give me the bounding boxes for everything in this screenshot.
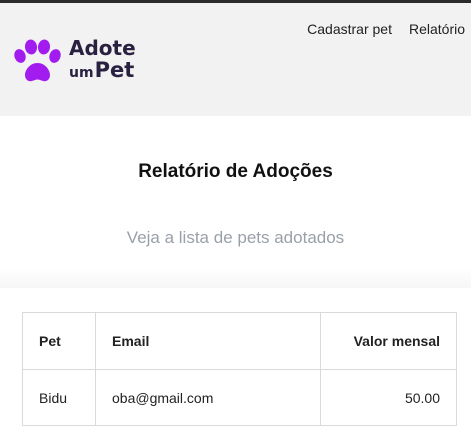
adoption-table-container: Pet Email Valor mensal Bidu oba@gmail.co… [22,312,457,426]
page-subtitle: Veja a lista de pets adotados [126,228,345,247]
nav-link-relatorio[interactable]: Relatório [409,21,465,37]
table-header-row: Pet Email Valor mensal [22,312,457,370]
cell-pet: Bidu [22,369,96,426]
cell-valor-mensal: 50.00 [320,369,457,426]
page-hero: Relatório de Adoções Veja a lista de pet… [0,116,471,288]
nav-link-cadastrar-pet[interactable]: Cadastrar pet [307,21,392,37]
table-row: Bidu oba@gmail.com 50.00 [22,369,457,426]
column-header-valor-mensal: Valor mensal [320,312,457,370]
logo-text-adote: Adote [69,36,136,60]
column-header-pet: Pet [22,312,96,370]
column-header-email: Email [95,312,321,370]
logo-text-um-pet: umPet [69,60,134,81]
site-header: Adote umPet Cadastrar pet Relatório [0,3,471,116]
adoption-table: Pet Email Valor mensal Bidu oba@gmail.co… [22,312,457,426]
page-title: Relatório de Adoções [138,161,333,182]
paw-icon [14,39,61,82]
main-nav: Cadastrar pet Relatório [307,21,465,37]
cell-email: oba@gmail.com [95,369,321,426]
logo-text-pet: Pet [94,58,135,82]
logo-text-um: um [69,65,94,81]
logo[interactable]: Adote umPet [13,37,153,85]
